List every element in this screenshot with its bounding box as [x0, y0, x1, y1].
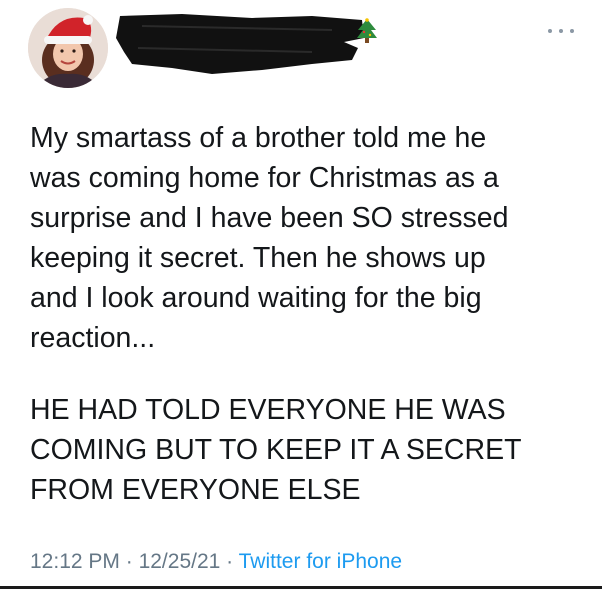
more-options-icon[interactable]	[548, 26, 574, 36]
profile-photo	[28, 8, 108, 88]
tweet-metadata: 12:12 PM · 12/25/21 · Twitter for iPhone	[30, 548, 402, 576]
separator-dot: ·	[226, 550, 234, 573]
redacted-author-name	[116, 14, 364, 74]
separator-dot: ·	[125, 550, 133, 573]
christmas-tree-icon	[357, 18, 377, 43]
avatar[interactable]	[28, 8, 108, 88]
tweet-source-link[interactable]: Twitter for iPhone	[239, 550, 402, 573]
tweet-text-paragraph-1: My smartass of a brother told me he was …	[30, 122, 509, 354]
tweet-date[interactable]: 12/25/21	[139, 550, 221, 573]
tweet-time[interactable]: 12:12 PM	[30, 550, 120, 573]
tweet-text-paragraph-2: HE HAD TOLD EVERYONE HE WAS COMING BUT T…	[30, 394, 522, 506]
tweet-card: My smartass of a brother told me he was …	[0, 0, 602, 589]
